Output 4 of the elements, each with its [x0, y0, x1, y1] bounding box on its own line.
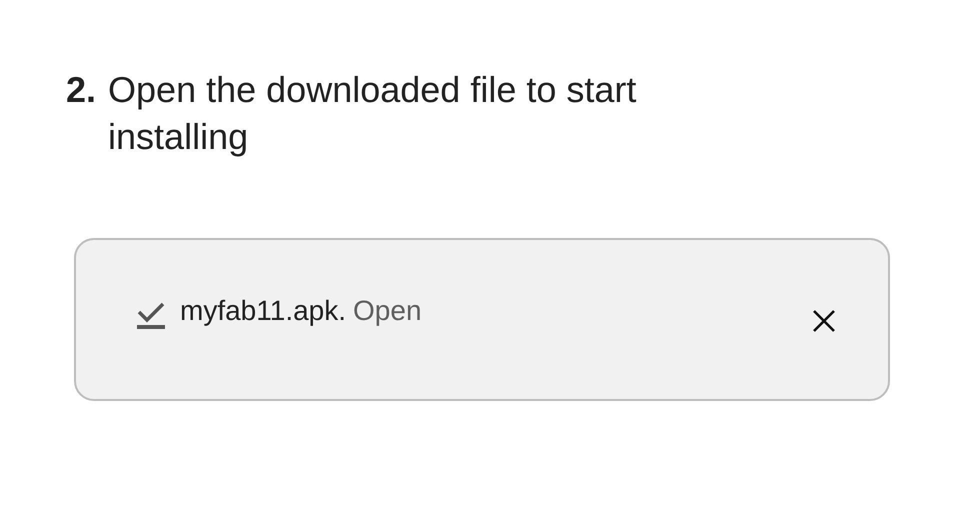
open-link[interactable]: Open: [353, 295, 422, 327]
step-number: 2.: [66, 68, 96, 112]
file-name: myfab11.apk.: [180, 295, 346, 327]
step-instruction: Open the downloaded file to start installing: [108, 68, 638, 159]
